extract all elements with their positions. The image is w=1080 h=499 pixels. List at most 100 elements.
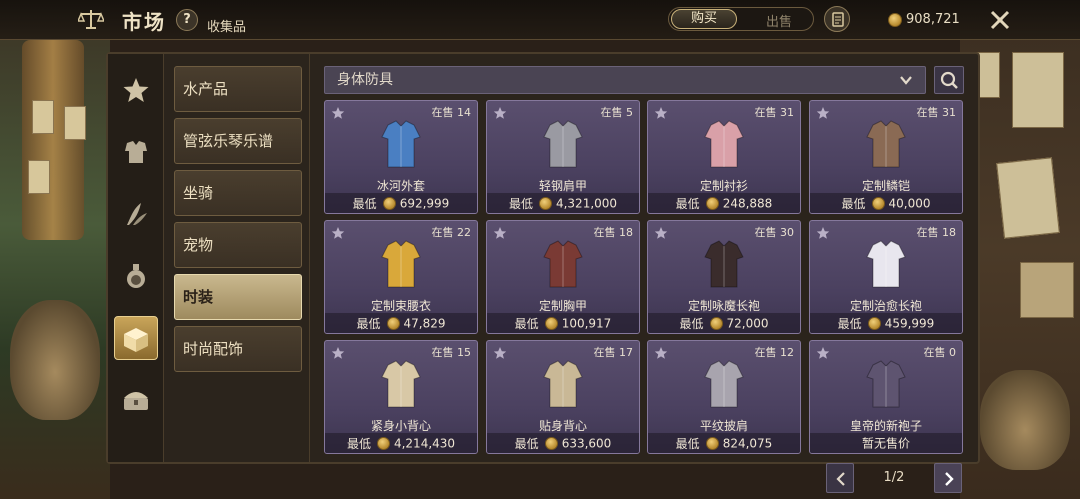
price-label: 最低: [346, 436, 371, 451]
item-price: 40,000: [888, 196, 931, 211]
item-price: 72,000: [726, 316, 769, 331]
coin-icon: [871, 197, 885, 210]
item-card[interactable]: 在售 30 定制咏魔长袍 最低 72,000: [647, 220, 801, 334]
coin-icon: [705, 437, 719, 450]
category-collectibles[interactable]: [114, 316, 158, 360]
coin-icon: [382, 197, 396, 210]
item-name: 平纹披肩: [699, 419, 748, 433]
item-price: 暂无售价: [861, 436, 910, 451]
item-price: 47,829: [403, 316, 446, 331]
favorite-star-icon[interactable]: [493, 346, 507, 360]
category-column: [108, 54, 164, 462]
item-card[interactable]: 在售 22 定制束腰衣 最低 47,829: [324, 220, 478, 334]
top-bar: 市场 ? 收集品 购买 出售 908,721: [0, 0, 1080, 40]
ledger-icon[interactable]: [824, 6, 850, 32]
subcategory-item[interactable]: 坐骑: [174, 170, 302, 216]
item-price-row: 最低 4,321,000: [487, 193, 639, 213]
subcategory-item-active[interactable]: 时装: [174, 274, 302, 320]
item-grid: 在售 14 冰河外套 最低 692,999 在售 5 轻钢肩甲 最低 4,321,000 在售 …: [324, 100, 964, 458]
item-card[interactable]: 在售 15 紧身小背心 最低 4,214,430: [324, 340, 478, 454]
prev-page-button[interactable]: [826, 463, 854, 493]
subcategory-item[interactable]: 时尚配饰: [174, 326, 302, 372]
category-favorites[interactable]: [114, 68, 158, 112]
potion-icon: [127, 264, 145, 288]
price-label: 最低: [841, 196, 866, 211]
item-name: 轻钢肩甲: [538, 179, 587, 193]
favorite-star-icon[interactable]: [816, 346, 830, 360]
subcategory-item[interactable]: 管弦乐琴乐谱: [174, 118, 302, 164]
buy-sell-toggle: 购买 出售: [668, 7, 814, 31]
coin-icon: [544, 437, 558, 450]
price-label: 最低: [675, 196, 700, 211]
undershirt-icon: [543, 360, 583, 408]
item-card[interactable]: 在售 0 皇帝的新袍子 暂无售价: [809, 340, 963, 454]
filter-dropdown[interactable]: 身体防具: [324, 66, 926, 94]
tab-buy[interactable]: 购买: [671, 9, 737, 29]
robe-icon: [704, 240, 744, 288]
search-icon: [940, 71, 958, 89]
price-label: 最低: [679, 316, 704, 331]
item-card[interactable]: 在售 18 定制治愈长袍 最低 459,999: [809, 220, 963, 334]
category-potions[interactable]: [114, 254, 158, 298]
subcategory-column: 水产品 管弦乐琴乐谱 坐骑 宠物 时装 时尚配饰: [166, 54, 310, 462]
item-card[interactable]: 在售 12 平纹披肩 最低 824,075: [647, 340, 801, 454]
stock-count: 在售 17: [593, 346, 634, 359]
item-card[interactable]: 在售 5 轻钢肩甲 最低 4,321,000: [486, 100, 640, 214]
favorite-star-icon[interactable]: [654, 226, 668, 240]
favorite-star-icon[interactable]: [331, 106, 345, 120]
category-treasure[interactable]: [114, 378, 158, 422]
coin-icon: [544, 317, 558, 330]
category-herbs[interactable]: [114, 192, 158, 236]
stock-count: 在售 31: [754, 106, 795, 119]
item-card[interactable]: 在售 17 贴身背心 最低 633,600: [486, 340, 640, 454]
chevron-left-icon: [836, 472, 845, 486]
stock-count: 在售 18: [593, 226, 634, 239]
item-card[interactable]: 在售 31 定制衬衫 最低 248,888: [647, 100, 801, 214]
collectibles-label: 收集品: [207, 20, 247, 35]
item-card[interactable]: 在售 31 定制鳞铠 最低 40,000: [809, 100, 963, 214]
chevron-right-icon: [945, 472, 954, 486]
favorite-star-icon[interactable]: [493, 106, 507, 120]
next-page-button[interactable]: [934, 463, 962, 493]
treasure-icon: [124, 392, 148, 410]
favorite-star-icon[interactable]: [493, 226, 507, 240]
category-armor[interactable]: [114, 130, 158, 174]
chevron-down-icon: [900, 76, 912, 85]
tunic-icon: [381, 240, 421, 288]
item-card[interactable]: 在售 18 定制胸甲 最低 100,917: [486, 220, 640, 334]
subcategory-item[interactable]: 宠物: [174, 222, 302, 268]
stock-count: 在售 5: [600, 106, 634, 119]
item-price-row: 最低 824,075: [648, 433, 800, 453]
breastplate-icon: [543, 240, 583, 288]
balance-value: 908,721: [906, 12, 960, 27]
item-name: 冰河外套: [376, 179, 425, 193]
coin-icon: [386, 317, 400, 330]
price-label: 最低: [514, 436, 539, 451]
favorite-star-icon[interactable]: [816, 106, 830, 120]
close-icon[interactable]: [988, 8, 1012, 32]
item-price: 633,600: [561, 436, 612, 451]
favorite-star-icon[interactable]: [331, 346, 345, 360]
search-button[interactable]: [934, 66, 964, 94]
item-card[interactable]: 在售 14 冰河外套 最低 692,999: [324, 100, 478, 214]
filter-value: 身体防具: [337, 72, 393, 88]
item-name: 皇帝的新袍子: [849, 419, 922, 433]
item-name: 定制治愈长袍: [849, 299, 922, 313]
coat-icon: [381, 120, 421, 168]
favorite-star-icon[interactable]: [816, 226, 830, 240]
favorite-star-icon[interactable]: [654, 106, 668, 120]
subcategory-item[interactable]: 水产品: [174, 66, 302, 112]
favorite-star-icon[interactable]: [654, 346, 668, 360]
item-price-row: 最低 47,829: [325, 313, 477, 333]
item-price: 459,999: [884, 316, 935, 331]
coin-icon: [705, 197, 719, 210]
item-price-row: 最低 4,214,430: [325, 433, 477, 453]
item-price: 248,888: [722, 196, 773, 211]
item-price: 824,075: [722, 436, 773, 451]
shirt-icon: [704, 120, 744, 168]
tab-sell[interactable]: 出售: [749, 11, 809, 30]
favorite-star-icon[interactable]: [331, 226, 345, 240]
help-icon[interactable]: ?: [176, 9, 198, 31]
stock-count: 在售 0: [923, 346, 957, 359]
page-indicator: 1/2: [883, 470, 905, 485]
